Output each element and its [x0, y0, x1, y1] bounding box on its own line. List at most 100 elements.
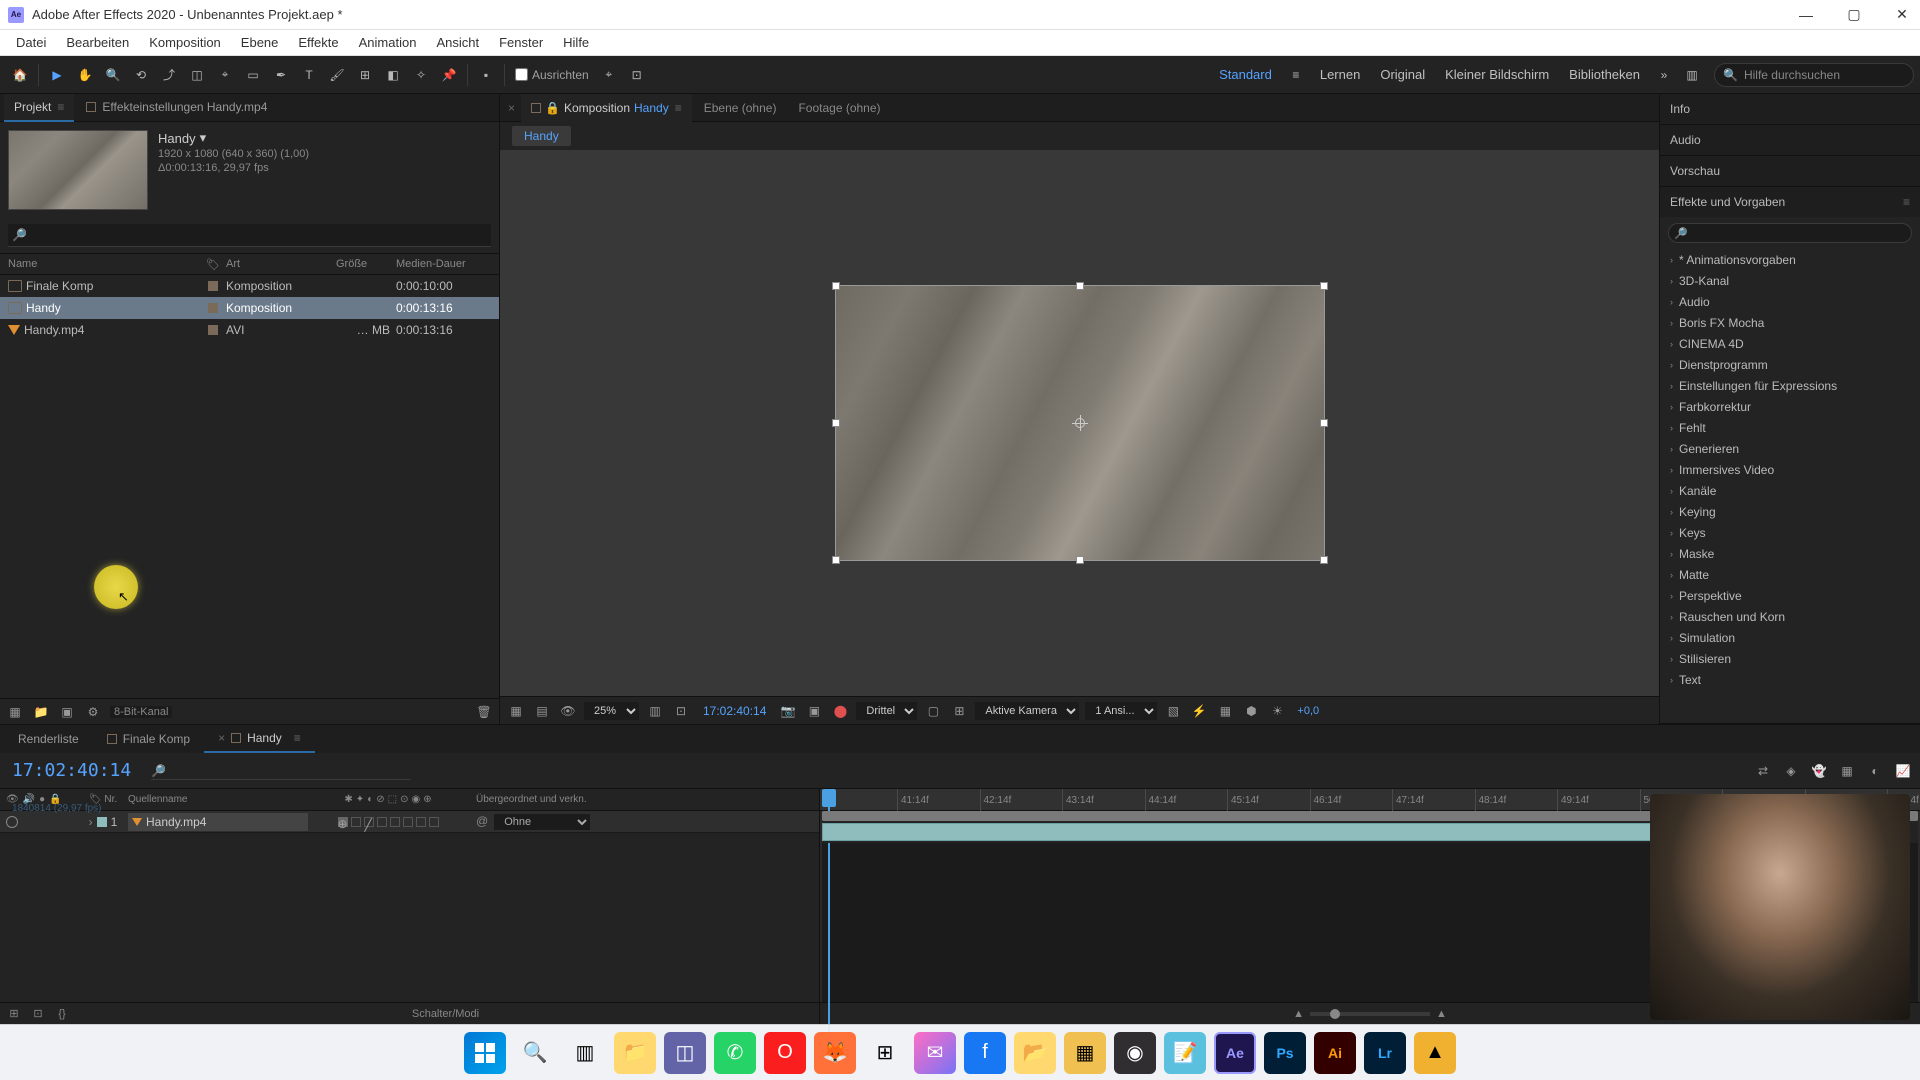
expand-icon[interactable]: ›: [89, 815, 93, 829]
effects-category[interactable]: ›Kanäle: [1660, 480, 1920, 501]
tab-effekteinstellungen[interactable]: Effekteinstellungen Handy.mp4: [76, 94, 277, 122]
effects-category[interactable]: ›Rauschen und Korn: [1660, 606, 1920, 627]
effects-category[interactable]: ›Simulation: [1660, 627, 1920, 648]
layer-bar[interactable]: [822, 823, 1778, 841]
taskbar-search[interactable]: 🔍: [514, 1032, 556, 1074]
puppet-tool-icon[interactable]: 📌: [435, 61, 463, 89]
timeline-timecode[interactable]: 17:02:40:14: [0, 760, 143, 781]
toggle-switches-icon[interactable]: ⊞: [6, 1006, 22, 1022]
composition-viewer[interactable]: [500, 150, 1659, 696]
taskbar-facebook[interactable]: f: [964, 1032, 1006, 1074]
roto-tool-icon[interactable]: ✧: [407, 61, 435, 89]
menu-hilfe[interactable]: Hilfe: [553, 35, 599, 50]
taskbar-app[interactable]: ▦: [1064, 1032, 1106, 1074]
menu-ansicht[interactable]: Ansicht: [426, 35, 489, 50]
effects-category[interactable]: ›3D-Kanal: [1660, 270, 1920, 291]
close-tab-icon[interactable]: ×: [504, 101, 519, 115]
effects-category[interactable]: ›Immersives Video: [1660, 459, 1920, 480]
panel-audio[interactable]: Audio: [1660, 125, 1920, 155]
effects-category[interactable]: ›Maske: [1660, 543, 1920, 564]
resolution-select[interactable]: Drittel: [856, 702, 917, 720]
menu-komposition[interactable]: Komposition: [139, 35, 231, 50]
zoom-tool-icon[interactable]: 🔍: [99, 61, 127, 89]
visibility-toggle[interactable]: [6, 816, 18, 828]
tab-finale-komp[interactable]: Finale Komp: [93, 725, 204, 753]
graph-editor-icon[interactable]: 📈: [1894, 762, 1912, 780]
help-search[interactable]: 🔍 Hilfe durchsuchen: [1714, 63, 1914, 87]
switch[interactable]: [351, 817, 361, 827]
playhead[interactable]: [822, 789, 836, 807]
exposure-value[interactable]: +0,0: [1293, 705, 1323, 717]
resize-handle[interactable]: [832, 556, 840, 564]
taskbar-app[interactable]: ⊞: [864, 1032, 906, 1074]
workspace-original[interactable]: Original: [1370, 67, 1435, 82]
lock-icon[interactable]: 🔒: [545, 101, 560, 115]
taskbar-app[interactable]: O: [764, 1032, 806, 1074]
brush-tool-icon[interactable]: 🖌: [323, 61, 351, 89]
switch[interactable]: [377, 817, 387, 827]
timecode-icon[interactable]: ⊡: [671, 701, 691, 721]
tab-projekt[interactable]: Projekt≡: [4, 94, 74, 122]
taskbar-after-effects[interactable]: Ae: [1214, 1032, 1256, 1074]
switch[interactable]: ⊕: [338, 817, 348, 827]
taskbar-lightroom[interactable]: Lr: [1364, 1032, 1406, 1074]
shy-icon[interactable]: 👻: [1810, 762, 1828, 780]
col-duration[interactable]: Medien-Dauer: [396, 258, 499, 270]
col-art[interactable]: Art: [226, 258, 336, 270]
anchor-point-icon[interactable]: [1072, 415, 1088, 431]
resize-handle[interactable]: [832, 419, 840, 427]
switches-modes-label[interactable]: Schalter/Modi: [78, 1008, 813, 1020]
project-row[interactable]: Handy.mp4 AVI … MB 0:00:13:16: [0, 319, 499, 341]
workspace-reset-icon[interactable]: ▥: [1678, 61, 1706, 89]
rotate-tool-icon[interactable]: ⤴: [155, 61, 183, 89]
parent-select[interactable]: Ohne: [494, 814, 590, 830]
zoom-slider[interactable]: [1310, 1012, 1430, 1016]
taskbar-app[interactable]: ▲: [1414, 1032, 1456, 1074]
transparency-grid-icon[interactable]: ▤: [532, 701, 552, 721]
effects-category[interactable]: ›Einstellungen für Expressions: [1660, 375, 1920, 396]
panel-vorschau[interactable]: Vorschau: [1660, 156, 1920, 186]
resize-handle[interactable]: [1076, 556, 1084, 564]
show-snapshot-icon[interactable]: ▣: [804, 701, 824, 721]
taskbar-start[interactable]: [464, 1032, 506, 1074]
resize-handle[interactable]: [1320, 282, 1328, 290]
timeline-layer-row[interactable]: ›1 Handy.mp4 ⊕ ╱ @Ohne: [0, 811, 819, 833]
clone-tool-icon[interactable]: ⊞: [351, 61, 379, 89]
tab-footage[interactable]: Footage (ohne): [788, 94, 890, 122]
snap-options-icon[interactable]: ⌖: [595, 61, 623, 89]
panel-effekte[interactable]: Effekte und Vorgaben≡: [1660, 187, 1920, 217]
snap-grid-icon[interactable]: ⊡: [623, 61, 651, 89]
timeline-search-input[interactable]: [151, 761, 411, 780]
effects-category[interactable]: ›Text: [1660, 669, 1920, 690]
switch[interactable]: [403, 817, 413, 827]
effects-category[interactable]: ›Matte: [1660, 564, 1920, 585]
type-tool-icon[interactable]: T: [295, 61, 323, 89]
camera-tool-icon[interactable]: ◫: [183, 61, 211, 89]
fast-previews-icon[interactable]: ⚡: [1189, 701, 1209, 721]
project-item-name[interactable]: Handy ▾: [158, 130, 309, 146]
effects-category[interactable]: ›Farbkorrektur: [1660, 396, 1920, 417]
pickwhip-icon[interactable]: @: [476, 814, 488, 828]
switch[interactable]: [429, 817, 439, 827]
resize-handle[interactable]: [832, 282, 840, 290]
resize-handle[interactable]: [1320, 419, 1328, 427]
window-close[interactable]: ✕: [1892, 5, 1912, 25]
label-swatch[interactable]: [208, 281, 218, 291]
label-swatch[interactable]: [208, 325, 218, 335]
shape-tool-icon[interactable]: ▭: [239, 61, 267, 89]
effects-category[interactable]: ›Fehlt: [1660, 417, 1920, 438]
resolution-icon[interactable]: ▥: [645, 701, 665, 721]
renderer-icon[interactable]: ⬢: [1241, 701, 1261, 721]
selected-layer-bounds[interactable]: [835, 285, 1325, 561]
exposure-reset-icon[interactable]: ☀: [1267, 701, 1287, 721]
taskbar-messenger[interactable]: ✉: [914, 1032, 956, 1074]
eraser-tool-icon[interactable]: ◧: [379, 61, 407, 89]
taskbar-photoshop[interactable]: Ps: [1264, 1032, 1306, 1074]
tab-ebene[interactable]: Ebene (ohne): [694, 94, 787, 122]
workspace-kleiner[interactable]: Kleiner Bildschirm: [1435, 67, 1559, 82]
project-row[interactable]: Handy Komposition 0:00:13:16: [0, 297, 499, 319]
channels-icon[interactable]: ⬤: [830, 701, 850, 721]
tab-renderliste[interactable]: Renderliste: [4, 725, 93, 753]
snapshot-icon[interactable]: 📷: [778, 701, 798, 721]
switch[interactable]: ╱: [364, 817, 374, 827]
